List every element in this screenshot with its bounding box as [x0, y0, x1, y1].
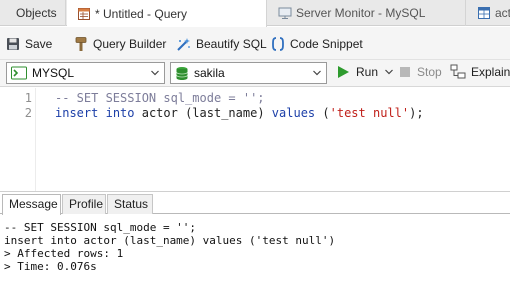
explain-icon — [450, 64, 466, 79]
connection-icon — [11, 66, 27, 80]
tab-status[interactable]: Status — [107, 194, 153, 214]
tab-partial-label: act — [495, 6, 510, 20]
monitor-icon — [278, 7, 292, 19]
query-icon — [78, 7, 90, 20]
save-button[interactable]: Save — [6, 33, 52, 55]
keyword-insert: insert — [55, 106, 99, 120]
query-builder-icon — [75, 37, 87, 51]
run-icon — [338, 66, 349, 78]
message-line: -- SET SESSION sql_mode = ''; — [4, 221, 197, 234]
paren-close: ); — [409, 106, 424, 120]
chevron-down-icon[interactable] — [384, 67, 394, 77]
line-number: 2 — [24, 106, 32, 120]
code-line-1: -- SET SESSION sql_mode = ''; — [55, 91, 265, 105]
tab-message[interactable]: Message — [2, 194, 61, 215]
run-label: Run — [356, 65, 379, 79]
message-line: > Affected rows: 1 — [4, 247, 124, 260]
beautify-sql-button[interactable]: Beautify SQL — [176, 33, 267, 55]
pane-splitter[interactable] — [0, 191, 510, 192]
query-builder-label: Query Builder — [93, 37, 167, 51]
run-button[interactable]: Run — [336, 65, 394, 79]
line-number: 1 — [24, 91, 32, 105]
beautify-label: Beautify SQL — [196, 37, 267, 51]
line-number-gutter: 1 2 — [0, 88, 36, 192]
tab-partial[interactable]: act — [467, 0, 510, 26]
table-icon — [478, 7, 490, 19]
paren-open: ( — [322, 106, 330, 120]
keyword-into: into — [105, 106, 135, 120]
explain-label: Explain — [471, 65, 510, 79]
database-select[interactable]: sakila — [170, 62, 327, 84]
save-label: Save — [25, 37, 53, 51]
result-tabs: Message Profile Status — [0, 194, 510, 215]
tab-objects[interactable]: Objects — [0, 0, 66, 26]
document-tab-strip: Objects * Untitled - Query Server Monito… — [0, 0, 510, 27]
stop-button[interactable]: Stop — [399, 65, 442, 79]
string-literal: 'test null' — [329, 106, 410, 120]
save-icon — [7, 38, 19, 50]
stop-label: Stop — [417, 65, 442, 79]
stop-icon — [400, 67, 410, 77]
sql-editor[interactable]: 1 2 -- SET SESSION sql_mode = ''; insert… — [0, 88, 510, 192]
database-name: sakila — [194, 66, 225, 80]
chevron-down-icon — [151, 70, 159, 76]
connection-name: MYSQL — [32, 66, 75, 80]
connection-select[interactable]: MYSQL — [6, 62, 165, 84]
tab-untitled-query[interactable]: * Untitled - Query — [67, 0, 267, 27]
message-line: insert into actor (last_name) values ('t… — [4, 234, 336, 247]
query-toolbar: Save Query Builder Beautify SQL Code Sni… — [0, 27, 510, 60]
query-builder-button[interactable]: Query Builder — [74, 33, 166, 55]
keyword-values: values — [271, 106, 316, 120]
tab-query-label: * Untitled - Query — [95, 6, 188, 21]
connection-bar: MYSQL sakila Run Stop Explain — [0, 60, 510, 87]
code-line-2: insert into actor (last_name) values ('t… — [55, 106, 424, 121]
tab-objects-label: Objects — [16, 6, 57, 20]
chevron-down-icon — [313, 70, 321, 76]
tab-monitor-label: Server Monitor - MySQL — [296, 6, 426, 20]
message-line: > Time: 0.076s — [4, 260, 97, 273]
code-snippet-label: Code Snippet — [290, 37, 363, 51]
code-snippet-button[interactable]: Code Snippet — [271, 33, 363, 55]
tab-server-monitor[interactable]: Server Monitor - MySQL — [268, 0, 466, 26]
beautify-icon — [177, 37, 190, 51]
message-output: -- SET SESSION sql_mode = ''; insert int… — [0, 215, 510, 281]
table-target: actor (last_name) — [141, 106, 265, 120]
database-icon — [176, 66, 188, 80]
explain-button[interactable]: Explain — [450, 64, 510, 80]
code-snippet-icon — [272, 37, 284, 51]
tab-profile[interactable]: Profile — [62, 194, 106, 214]
